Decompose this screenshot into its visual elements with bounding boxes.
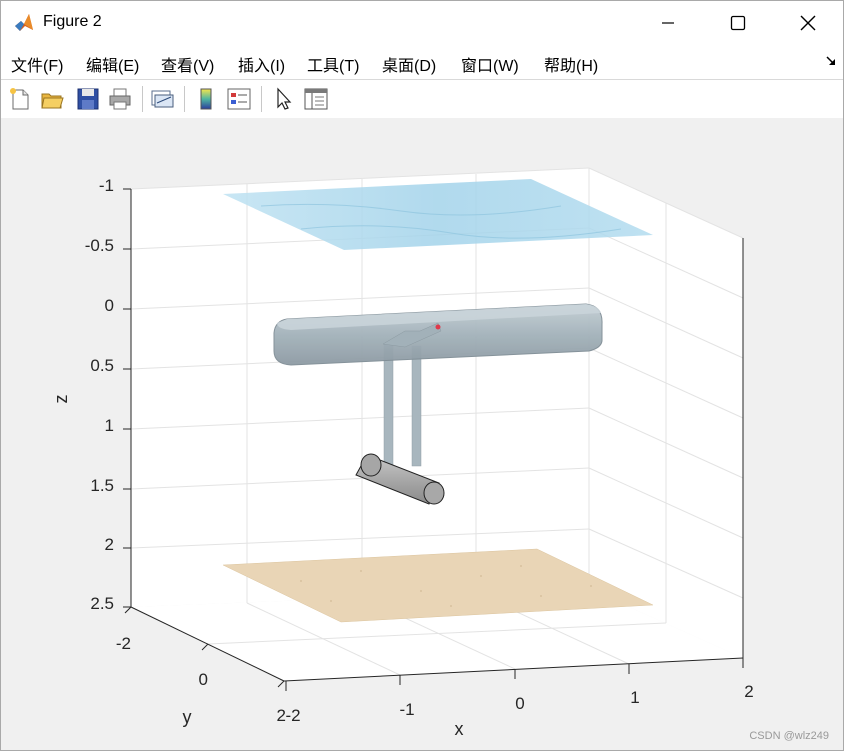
y-tick-label: 0	[199, 670, 208, 689]
new-figure-icon[interactable]	[7, 86, 33, 112]
y-tick-label: -2	[116, 634, 131, 653]
z-tick-label: 0.5	[90, 356, 114, 375]
x-tick-label: -2	[285, 706, 300, 725]
z-tick-label: 0	[105, 296, 114, 315]
z-tick-label: -1	[99, 176, 114, 195]
x-axis-label: x	[455, 719, 464, 739]
z-tick-label: 2	[105, 535, 114, 554]
z-tick-label: 1	[105, 416, 114, 435]
watermark: CSDN @wlz249	[749, 730, 829, 742]
z-tick-label: 2.5	[90, 594, 114, 613]
axes-3d[interactable]: -1 -0.5 0 0.5 1 1.5 2 2.5 z -2 0 2 y -2 …	[1, 118, 843, 750]
menu-window[interactable]: 窗口(W)	[461, 52, 519, 76]
menu-bar: 文件(F) 编辑(E) 查看(V) 插入(I) 工具(T) 桌面(D) 窗口(W…	[1, 45, 843, 79]
menu-desktop[interactable]: 桌面(D)	[382, 52, 436, 76]
title-bar: Figure 2	[1, 1, 843, 45]
edit-plot-arrow-icon[interactable]	[271, 86, 297, 112]
menu-file[interactable]: 文件(F)	[11, 52, 63, 76]
toolbar-separator	[142, 86, 143, 112]
z-tick-label: -0.5	[85, 236, 114, 255]
legend-icon[interactable]	[226, 86, 252, 112]
x-tick-label: 2	[744, 682, 753, 701]
open-file-icon[interactable]	[39, 86, 65, 112]
y-axis-label: y	[183, 707, 192, 727]
print-icon[interactable]	[107, 86, 133, 112]
figure-canvas[interactable]: -1 -0.5 0 0.5 1 1.5 2 2.5 z -2 0 2 y -2 …	[1, 118, 843, 750]
x-tick-label: 0	[515, 694, 524, 713]
menu-edit[interactable]: 编辑(E)	[86, 52, 139, 76]
link-plot-icon[interactable]	[149, 86, 175, 112]
colorbar-icon[interactable]	[193, 86, 219, 112]
z-axis-label: z	[51, 395, 71, 404]
window-title: Figure 2	[43, 13, 102, 30]
menu-insert[interactable]: 插入(I)	[238, 52, 285, 76]
x-tick-label: 1	[630, 688, 639, 707]
matlab-logo-icon	[13, 12, 35, 34]
figure-toolbar	[1, 79, 843, 119]
toolbar-separator	[261, 86, 262, 112]
minimize-icon	[662, 22, 674, 24]
z-tick-labels: -1 -0.5 0 0.5 1 1.5 2 2.5	[85, 176, 114, 613]
close-button[interactable]	[785, 1, 831, 45]
menu-view[interactable]: 查看(V)	[161, 52, 214, 76]
close-icon	[800, 15, 816, 31]
maximize-button[interactable]	[715, 1, 761, 45]
toolbar-separator	[184, 86, 185, 112]
menu-tools[interactable]: 工具(T)	[307, 52, 359, 76]
maximize-icon	[730, 15, 746, 31]
x-tick-labels: -2 -1 0 1 2	[285, 682, 753, 725]
dock-arrow-icon[interactable]	[825, 55, 837, 67]
menu-help[interactable]: 帮助(H)	[544, 52, 598, 76]
save-icon[interactable]	[75, 86, 101, 112]
x-tick-label: -1	[399, 700, 414, 719]
minimize-button[interactable]	[645, 1, 691, 45]
figure-window: Figure 2 文件(F) 编辑(E) 查看(V) 插入(I) 工具(T) 桌…	[0, 0, 844, 751]
marker-point	[435, 324, 441, 330]
property-inspector-icon[interactable]	[303, 86, 329, 112]
z-tick-label: 1.5	[90, 476, 114, 495]
